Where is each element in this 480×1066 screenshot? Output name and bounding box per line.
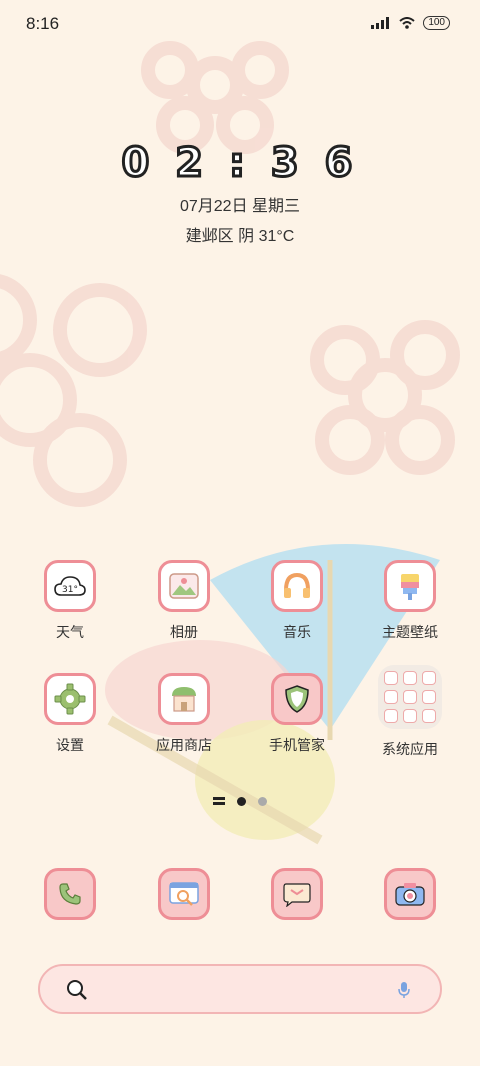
app-phone-manager[interactable]: 手机管家 [247, 673, 347, 755]
messages-icon [271, 868, 323, 920]
battery-indicator: 100 [423, 16, 450, 30]
headphones-icon [271, 560, 323, 612]
gallery-icon [158, 560, 210, 612]
dock-camera[interactable] [360, 868, 460, 920]
weather-temp-label: 31° [62, 585, 78, 595]
app-label: 应用商店 [156, 737, 212, 753]
folder-icon [378, 665, 442, 729]
clock-weather: 建邺区 阴 31°C [185, 228, 295, 245]
search-bar[interactable] [38, 964, 442, 1014]
clock-time: 0 2 : 3 6 [120, 139, 359, 188]
search-icon [67, 980, 87, 1000]
wifi-icon [399, 17, 415, 29]
app-label: 设置 [56, 737, 84, 753]
phone-icon [44, 868, 96, 920]
dock-messages[interactable] [247, 868, 347, 920]
dock-phone[interactable] [20, 868, 120, 920]
page-indicator[interactable] [0, 796, 480, 806]
dock-browser[interactable] [134, 868, 234, 920]
app-store[interactable]: 应用商店 [134, 673, 234, 755]
browser-icon [158, 868, 210, 920]
status-time: 8:16 [26, 14, 60, 33]
signal-icon [371, 17, 390, 29]
page-dot-active [237, 796, 246, 806]
gear-icon [44, 673, 96, 725]
app-gallery[interactable]: 相册 [134, 560, 234, 642]
app-weather[interactable]: 31° 天气 [20, 560, 120, 642]
app-label: 相册 [170, 624, 198, 640]
weather-cloud-icon: 31° [44, 560, 96, 612]
app-themes[interactable]: 主题壁纸 [360, 560, 460, 642]
microphone-icon[interactable] [398, 981, 410, 999]
app-label: 天气 [56, 624, 84, 640]
shield-icon [271, 673, 323, 725]
store-icon [158, 673, 210, 725]
clock-widget[interactable]: 0 2 : 3 6 07月22日 星期三 建邺区 阴 31°C [0, 139, 480, 246]
paint-brush-icon [384, 560, 436, 612]
clock-date: 07月22日 星期三 [179, 198, 301, 215]
app-folder-system[interactable]: 系统应用 [360, 665, 460, 759]
app-label: 系统应用 [382, 741, 438, 757]
menu-lines-icon [213, 797, 225, 805]
app-music[interactable]: 音乐 [247, 560, 347, 642]
page-dot [258, 796, 267, 806]
camera-icon [384, 868, 436, 920]
app-label: 主题壁纸 [382, 624, 438, 640]
app-label: 手机管家 [269, 737, 325, 753]
status-bar: 8:16 100 [0, 0, 480, 48]
app-label: 音乐 [283, 624, 311, 640]
app-settings[interactable]: 设置 [20, 673, 120, 755]
